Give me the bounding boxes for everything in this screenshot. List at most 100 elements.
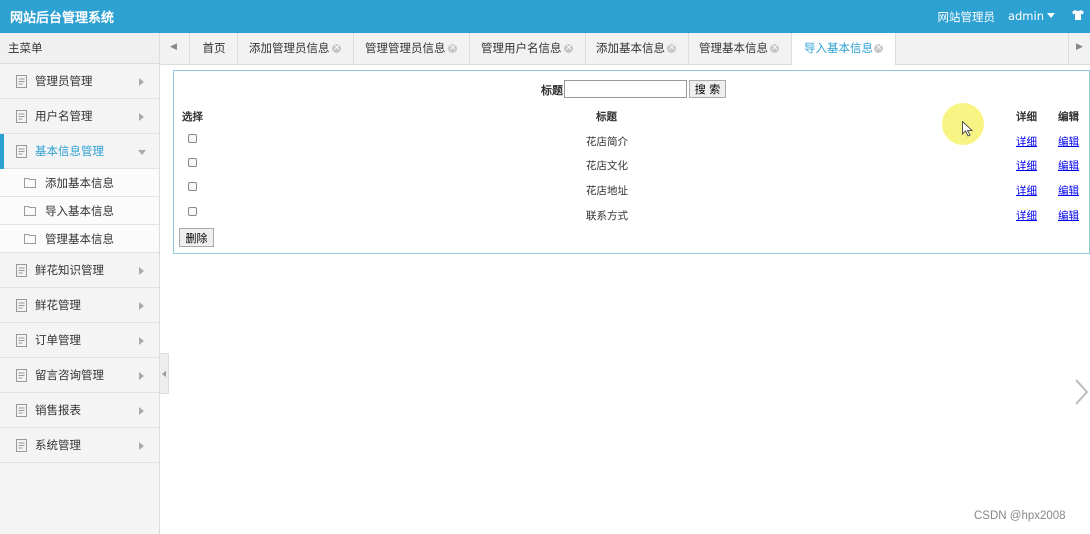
close-icon[interactable]	[770, 33, 779, 64]
sidebar-item-orders[interactable]: 订单管理	[0, 323, 159, 358]
document-icon	[16, 404, 27, 417]
tab-label: 管理基本信息	[699, 41, 768, 55]
edit-link[interactable]: 编辑	[1058, 134, 1079, 149]
sidebar-item-basic-info[interactable]: 基本信息管理	[0, 134, 159, 169]
sidebar-item-label: 鲜花知识管理	[35, 263, 104, 277]
sidebar-item-label: 管理员管理	[35, 74, 93, 88]
sidebar-subitem-add-basic-info[interactable]: 添加基本信息	[0, 169, 159, 197]
sidebar: 主菜单 管理员管理 用户名管理 基本信息管理 添加基本信息 导入基本信息 管理基…	[0, 33, 160, 534]
sidebar-item-label: 鲜花管理	[35, 298, 81, 312]
document-icon	[16, 439, 27, 452]
row-checkbox[interactable]	[188, 134, 197, 143]
tab-import-basic-info[interactable]: 导入基本信息	[792, 33, 896, 65]
detail-link[interactable]: 详细	[1016, 158, 1037, 173]
tab-label: 添加管理员信息	[249, 41, 330, 55]
close-icon[interactable]	[448, 33, 457, 64]
chevron-right-icon	[139, 78, 144, 86]
sidebar-subitem-import-basic-info[interactable]: 导入基本信息	[0, 197, 159, 225]
sidebar-item-label: 销售报表	[35, 403, 81, 417]
user-role: 网站管理员	[937, 10, 996, 24]
sidebar-item-username[interactable]: 用户名管理	[0, 99, 159, 134]
document-icon	[16, 299, 27, 312]
sidebar-item-label: 留言咨询管理	[35, 368, 104, 382]
tab-label: 管理管理员信息	[365, 41, 446, 55]
folder-icon	[24, 206, 36, 216]
tab-manage-basic-info[interactable]: 管理基本信息	[689, 33, 792, 64]
skin-icon[interactable]	[1072, 9, 1084, 21]
row-checkbox[interactable]	[188, 207, 197, 216]
document-icon	[16, 75, 27, 88]
column-header-select: 选择	[182, 111, 203, 123]
row-title: 联系方式	[586, 210, 628, 222]
sidebar-item-flowers[interactable]: 鲜花管理	[0, 288, 159, 323]
chevron-right-icon	[139, 267, 144, 275]
tab-scroll-left-button[interactable]	[160, 33, 190, 64]
tab-manage-username[interactable]: 管理用户名信息	[470, 33, 586, 64]
detail-link[interactable]: 详细	[1016, 134, 1037, 149]
column-header-detail: 详细	[1016, 111, 1037, 123]
close-icon[interactable]	[332, 33, 341, 64]
sidebar-item-messages[interactable]: 留言咨询管理	[0, 358, 159, 393]
row-checkbox[interactable]	[188, 182, 197, 191]
chevron-right-icon	[139, 113, 144, 121]
document-icon	[16, 264, 27, 277]
sidebar-collapse-handle[interactable]	[160, 353, 169, 394]
folder-icon	[24, 178, 36, 188]
folder-icon	[24, 234, 36, 244]
row-title: 花店地址	[586, 185, 628, 197]
chevron-right-icon	[139, 372, 144, 380]
tab-manage-admin[interactable]: 管理管理员信息	[354, 33, 470, 64]
detail-link[interactable]: 详细	[1016, 183, 1037, 198]
sidebar-item-label: 订单管理	[35, 333, 81, 347]
document-icon	[16, 145, 27, 158]
row-title: 花店简介	[586, 136, 628, 148]
sidebar-title: 主菜单	[0, 33, 159, 64]
edit-link[interactable]: 编辑	[1058, 183, 1079, 198]
chevron-down-icon[interactable]	[1047, 13, 1055, 18]
close-icon[interactable]	[667, 33, 676, 64]
document-icon	[16, 369, 27, 382]
column-header-title: 标题	[596, 111, 617, 123]
sidebar-item-sales-report[interactable]: 销售报表	[0, 393, 159, 428]
tab-add-basic-info[interactable]: 添加基本信息	[586, 33, 689, 64]
sidebar-subitem-manage-basic-info[interactable]: 管理基本信息	[0, 225, 159, 253]
chevron-right-icon[interactable]	[1073, 378, 1089, 406]
sidebar-item-label: 用户名管理	[35, 109, 93, 123]
edit-link[interactable]: 编辑	[1058, 158, 1079, 173]
close-icon[interactable]	[874, 33, 883, 64]
watermark: CSDN @hpx2008	[974, 510, 1066, 522]
chevron-right-icon	[139, 407, 144, 415]
chevron-right-icon	[139, 302, 144, 310]
column-header-edit: 编辑	[1058, 111, 1079, 123]
row-checkbox[interactable]	[188, 158, 197, 167]
tab-label: 添加基本信息	[596, 41, 665, 55]
search-button[interactable]: 搜 索	[689, 80, 726, 98]
app-title: 网站后台管理系统	[10, 11, 115, 26]
tab-scroll-right-button[interactable]	[1068, 33, 1090, 64]
edit-link[interactable]: 编辑	[1058, 208, 1079, 223]
chevron-right-icon	[139, 442, 144, 450]
row-title: 花店文化	[586, 160, 628, 172]
tab-bar: 首页 添加管理员信息 管理管理员信息 管理用户名信息 添加基本信息 管理基本信息…	[160, 33, 1090, 65]
sidebar-item-system[interactable]: 系统管理	[0, 428, 159, 463]
delete-button[interactable]: 删除	[179, 228, 214, 247]
sidebar-subitem-label: 添加基本信息	[45, 176, 114, 190]
chevron-right-icon	[139, 337, 144, 345]
chevron-down-icon	[138, 150, 146, 155]
document-icon	[16, 334, 27, 347]
tab-label: 导入基本信息	[804, 41, 873, 55]
tab-label: 首页	[202, 41, 226, 55]
tab-home[interactable]: 首页	[191, 33, 238, 64]
sidebar-subitem-label: 导入基本信息	[45, 204, 114, 218]
detail-link[interactable]: 详细	[1016, 208, 1037, 223]
sidebar-item-label: 系统管理	[35, 438, 81, 452]
close-icon[interactable]	[564, 33, 573, 64]
tab-add-admin[interactable]: 添加管理员信息	[238, 33, 354, 64]
search-input[interactable]	[564, 80, 687, 98]
sidebar-subitem-label: 管理基本信息	[45, 232, 114, 246]
sidebar-item-label: 基本信息管理	[35, 144, 104, 158]
top-header: 网站后台管理系统 网站管理员 admin	[0, 0, 1090, 33]
sidebar-item-admin[interactable]: 管理员管理	[0, 64, 159, 99]
mouse-cursor-icon	[962, 121, 973, 137]
sidebar-item-flower-knowledge[interactable]: 鲜花知识管理	[0, 253, 159, 288]
